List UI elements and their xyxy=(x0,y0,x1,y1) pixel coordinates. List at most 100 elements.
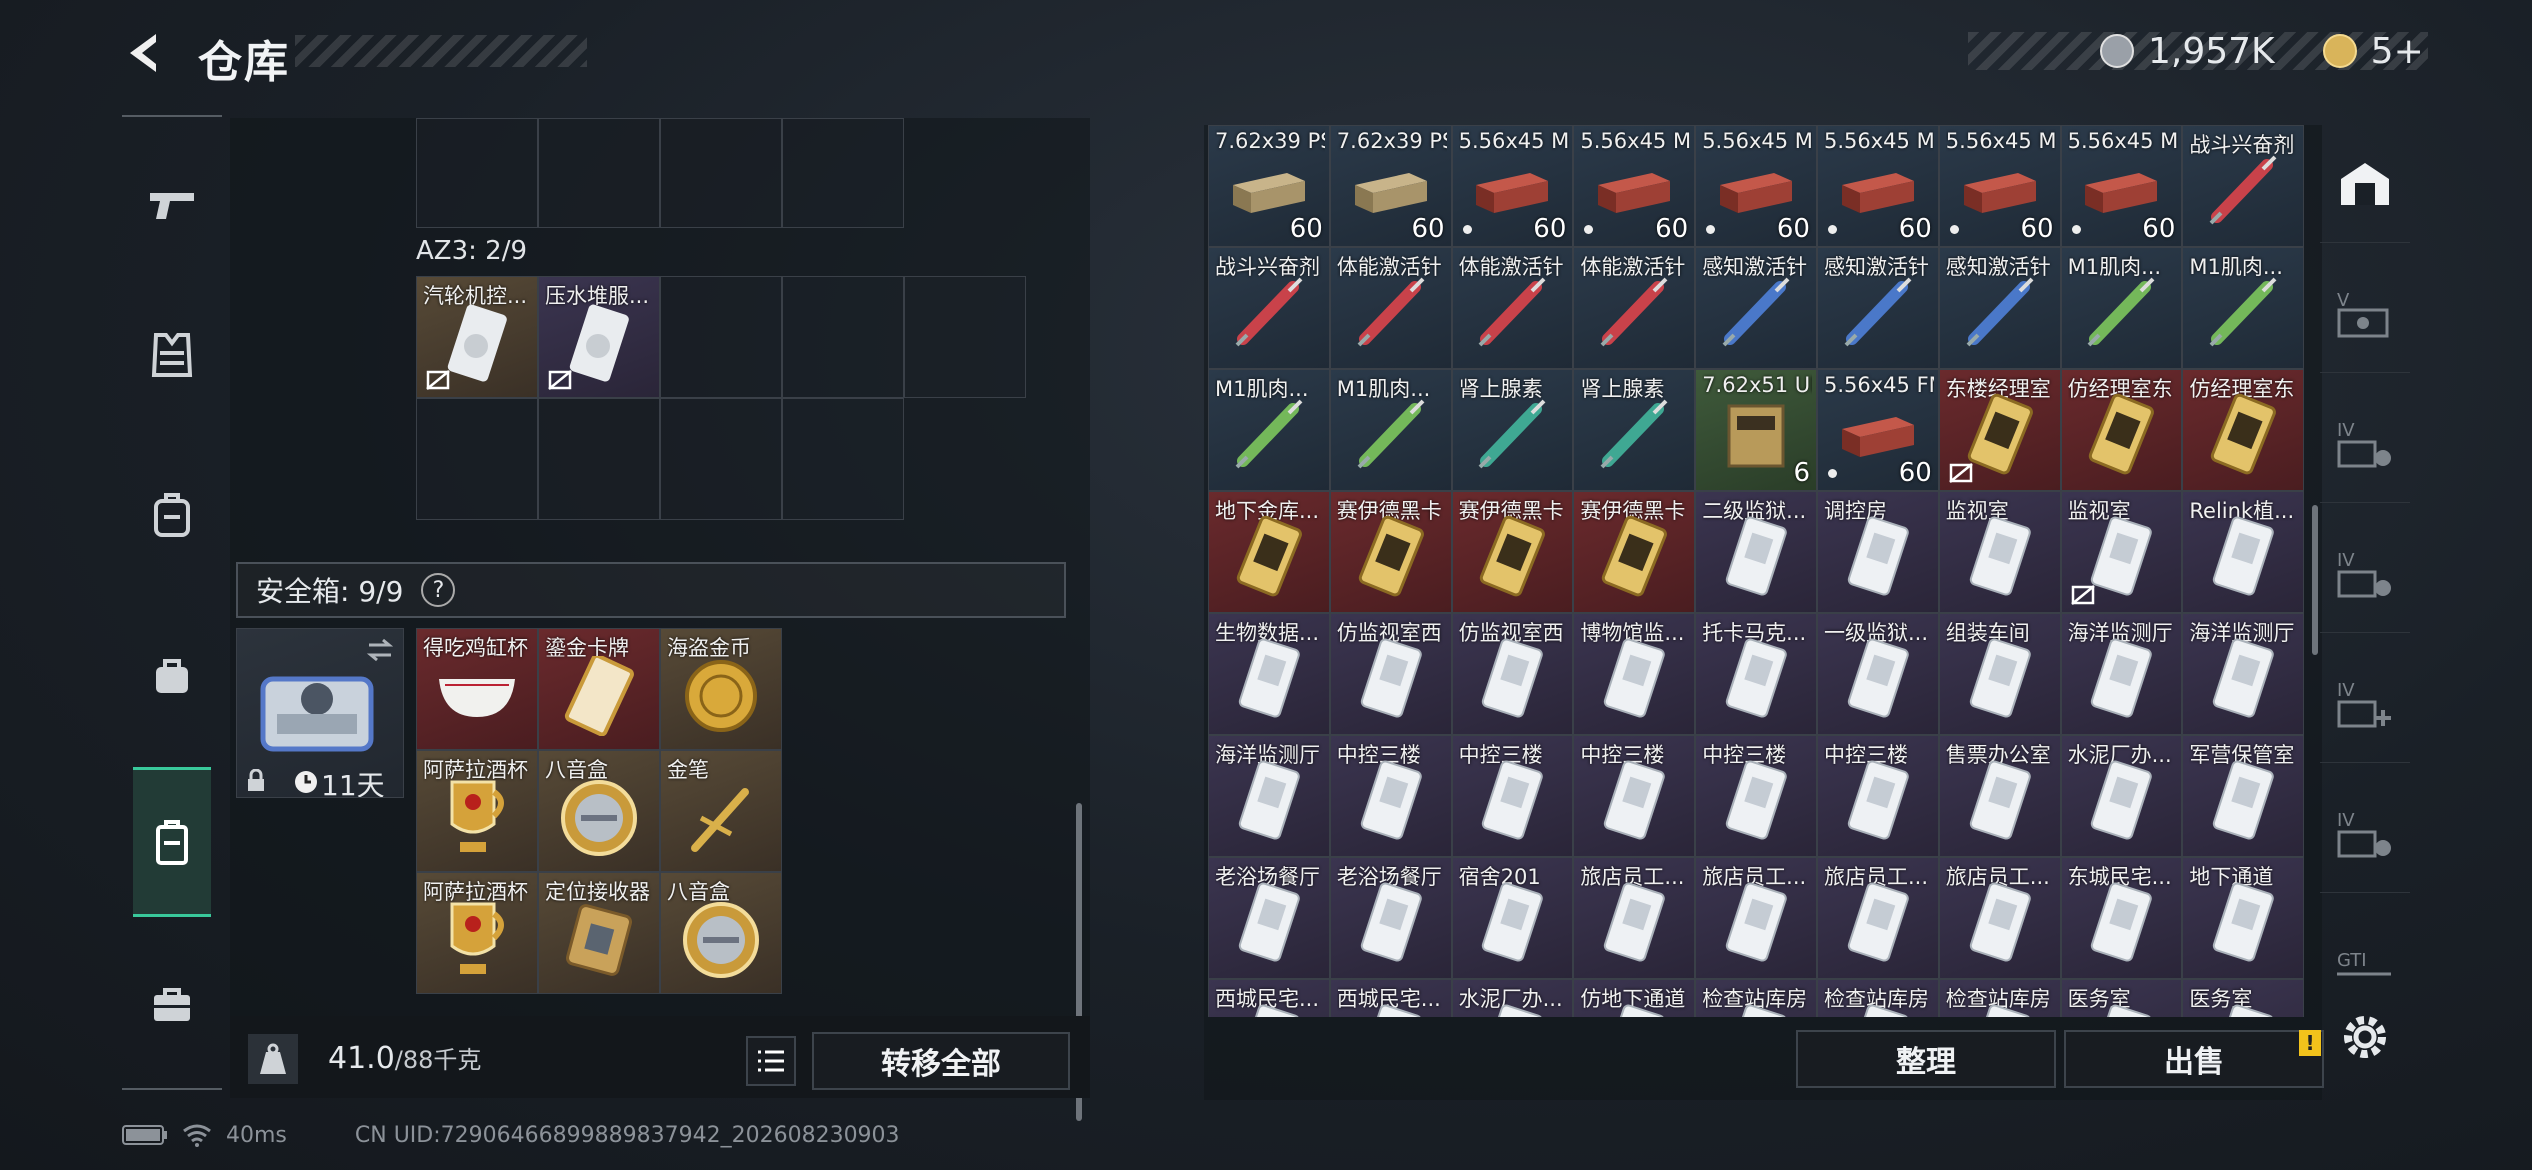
warehouse-item[interactable]: 感知激活针 xyxy=(1817,247,1939,369)
warehouse-item[interactable]: 水泥厂办... xyxy=(1451,979,1574,1017)
nav-safe-case[interactable] xyxy=(134,805,210,881)
warehouse-item[interactable]: 中控三楼 xyxy=(1573,735,1696,857)
warehouse-item[interactable]: 战斗兴奋剂 xyxy=(1208,247,1330,369)
warehouse-item[interactable]: 肾上腺素 xyxy=(1573,369,1696,491)
nav-bag[interactable] xyxy=(134,637,210,713)
warehouse-item[interactable]: 仿监视室西 xyxy=(1451,613,1574,735)
warehouse-item[interactable]: M1肌肉... xyxy=(1329,369,1452,491)
sell-button[interactable]: 出售 xyxy=(2064,1030,2324,1088)
back-arrow-icon[interactable] xyxy=(120,28,170,78)
safe-item[interactable]: 得吃鸡缸杯 xyxy=(416,628,538,750)
right-scrollbar[interactable] xyxy=(2312,505,2318,655)
warehouse-item[interactable]: 赛伊德黑卡 xyxy=(1573,491,1696,613)
empty-slot[interactable] xyxy=(660,118,782,228)
warehouse-item[interactable]: 赛伊德黑卡 xyxy=(1451,491,1574,613)
warehouse-item[interactable]: 战斗兴奋剂 xyxy=(2182,125,2304,247)
warehouse-item[interactable]: 5.56x45 M855 60 xyxy=(2060,125,2183,247)
warehouse-item[interactable]: 二级监狱... xyxy=(1695,491,1817,613)
empty-slot[interactable] xyxy=(538,398,660,520)
safe-item[interactable]: 阿萨拉酒杯 xyxy=(416,750,538,872)
safe-item[interactable]: 阿萨拉酒杯 xyxy=(416,872,538,994)
warehouse-item[interactable]: 5.56x45 M855 60 xyxy=(1817,125,1939,247)
empty-slot[interactable] xyxy=(904,276,1026,398)
warehouse-item[interactable]: 博物馆监... xyxy=(1573,613,1696,735)
warehouse-item[interactable]: 7.62x51 UN 6 xyxy=(1695,369,1817,491)
warehouse-tab-iv-med[interactable]: IV xyxy=(2320,645,2410,763)
safe-item[interactable]: 八音盒 xyxy=(660,872,782,994)
warehouse-item[interactable]: 中控三楼 xyxy=(1695,735,1817,857)
nav-backpack[interactable] xyxy=(134,477,210,553)
warehouse-item[interactable]: 中控三楼 xyxy=(1329,735,1452,857)
warehouse-item[interactable]: 仿监视室西 xyxy=(1329,613,1452,735)
empty-slot[interactable] xyxy=(416,398,538,520)
nav-toolbox[interactable] xyxy=(134,967,210,1043)
safe-item[interactable]: 鎏金卡牌 xyxy=(538,628,660,750)
warehouse-item[interactable]: 赛伊德黑卡 xyxy=(1329,491,1452,613)
safe-box-thumbnail[interactable]: 11天 xyxy=(236,628,404,798)
settings-button[interactable] xyxy=(2338,1010,2392,1064)
warehouse-item[interactable]: 水泥厂办... xyxy=(2060,735,2183,857)
warehouse-item[interactable]: 一级监狱... xyxy=(1817,613,1939,735)
warehouse-item[interactable]: 生物数据... xyxy=(1208,613,1330,735)
sort-button[interactable]: 整理 xyxy=(1796,1030,2056,1088)
warehouse-item[interactable]: 检查站库房 xyxy=(1695,979,1817,1017)
warehouse-item[interactable]: 中控三楼 xyxy=(1451,735,1574,857)
warehouse-item[interactable]: 7.62x39 PS 60 xyxy=(1208,125,1330,247)
az3-item[interactable]: 压水堆服... xyxy=(538,276,660,398)
warehouse-item[interactable]: 5.56x45 M855 60 xyxy=(1695,125,1817,247)
warehouse-item[interactable]: 西城民宅... xyxy=(1329,979,1452,1017)
empty-slot[interactable] xyxy=(660,276,782,398)
nav-armor[interactable] xyxy=(134,317,210,393)
warehouse-item[interactable]: 售票办公室 xyxy=(1938,735,2061,857)
empty-slot[interactable] xyxy=(416,118,538,228)
warehouse-item[interactable]: 医务室 xyxy=(2060,979,2183,1017)
warehouse-tab-iv-3[interactable]: IV xyxy=(2320,775,2410,893)
list-view-button[interactable] xyxy=(746,1036,796,1086)
warehouse-item[interactable]: 5.56x45 FMJ 60 xyxy=(1817,369,1939,491)
warehouse-item[interactable]: 旅店员工... xyxy=(1938,857,2061,979)
warehouse-tab-iv-2[interactable]: IV xyxy=(2320,515,2410,633)
warehouse-item[interactable]: 地下通道 xyxy=(2182,857,2304,979)
az3-item[interactable]: 汽轮机控... xyxy=(416,276,538,398)
warehouse-item[interactable]: 西城民宅... xyxy=(1208,979,1330,1017)
warehouse-item[interactable]: 旅店员工... xyxy=(1573,857,1696,979)
warehouse-item[interactable]: 中控三楼 xyxy=(1817,735,1939,857)
warehouse-item[interactable]: M1肌肉... xyxy=(2182,247,2304,369)
warehouse-item[interactable]: 5.56x45 M855 60 xyxy=(1573,125,1696,247)
warehouse-item[interactable]: 体能激活针 xyxy=(1573,247,1696,369)
warehouse-item[interactable]: 海洋监测厅 xyxy=(2182,613,2304,735)
warehouse-item[interactable]: 托卡马克... xyxy=(1695,613,1817,735)
warehouse-item[interactable]: 5.56x45 M855 60 xyxy=(1451,125,1574,247)
warehouse-item[interactable]: 检查站库房 xyxy=(1817,979,1939,1017)
empty-slot[interactable] xyxy=(782,118,904,228)
warehouse-item[interactable]: 地下金库... xyxy=(1208,491,1330,613)
safe-item[interactable]: 金笔 xyxy=(660,750,782,872)
warehouse-tab-v[interactable]: V xyxy=(2320,255,2410,373)
warehouse-item[interactable]: 旅店员工... xyxy=(1695,857,1817,979)
warehouse-item[interactable]: 仿地下通道 xyxy=(1573,979,1696,1017)
warehouse-item[interactable]: 组装车间 xyxy=(1938,613,2061,735)
warehouse-item[interactable]: 旅店员工... xyxy=(1817,857,1939,979)
warehouse-item[interactable]: 感知激活针 xyxy=(1695,247,1817,369)
help-icon[interactable]: ? xyxy=(421,573,456,607)
warehouse-tab-iv-1[interactable]: IV xyxy=(2320,385,2410,503)
warehouse-item[interactable]: 东城民宅... xyxy=(2060,857,2183,979)
warehouse-item[interactable]: 海洋监测厅 xyxy=(1208,735,1330,857)
warehouse-item[interactable]: 体能激活针 xyxy=(1329,247,1452,369)
warehouse-item[interactable]: 监视室 xyxy=(1938,491,2061,613)
warehouse-item[interactable]: 老浴场餐厅 xyxy=(1208,857,1330,979)
warehouse-item[interactable]: 5.56x45 M855 60 xyxy=(1938,125,2061,247)
safe-item[interactable]: 海盗金币 xyxy=(660,628,782,750)
warehouse-item[interactable]: 体能激活针 xyxy=(1451,247,1574,369)
swap-icon[interactable] xyxy=(365,637,395,663)
warehouse-item[interactable]: 肾上腺素 xyxy=(1451,369,1574,491)
empty-slot[interactable] xyxy=(660,398,782,520)
warehouse-item[interactable]: M1肌肉... xyxy=(2060,247,2183,369)
warehouse-item[interactable]: 监视室 xyxy=(2060,491,2183,613)
empty-slot[interactable] xyxy=(782,398,904,520)
warehouse-item[interactable]: 检查站库房 xyxy=(1938,979,2061,1017)
warehouse-tab-home[interactable] xyxy=(2320,125,2410,243)
transfer-all-button[interactable]: 转移全部 xyxy=(812,1032,1070,1090)
warehouse-item[interactable]: 调控房 xyxy=(1817,491,1939,613)
safe-item[interactable]: 八音盒 xyxy=(538,750,660,872)
